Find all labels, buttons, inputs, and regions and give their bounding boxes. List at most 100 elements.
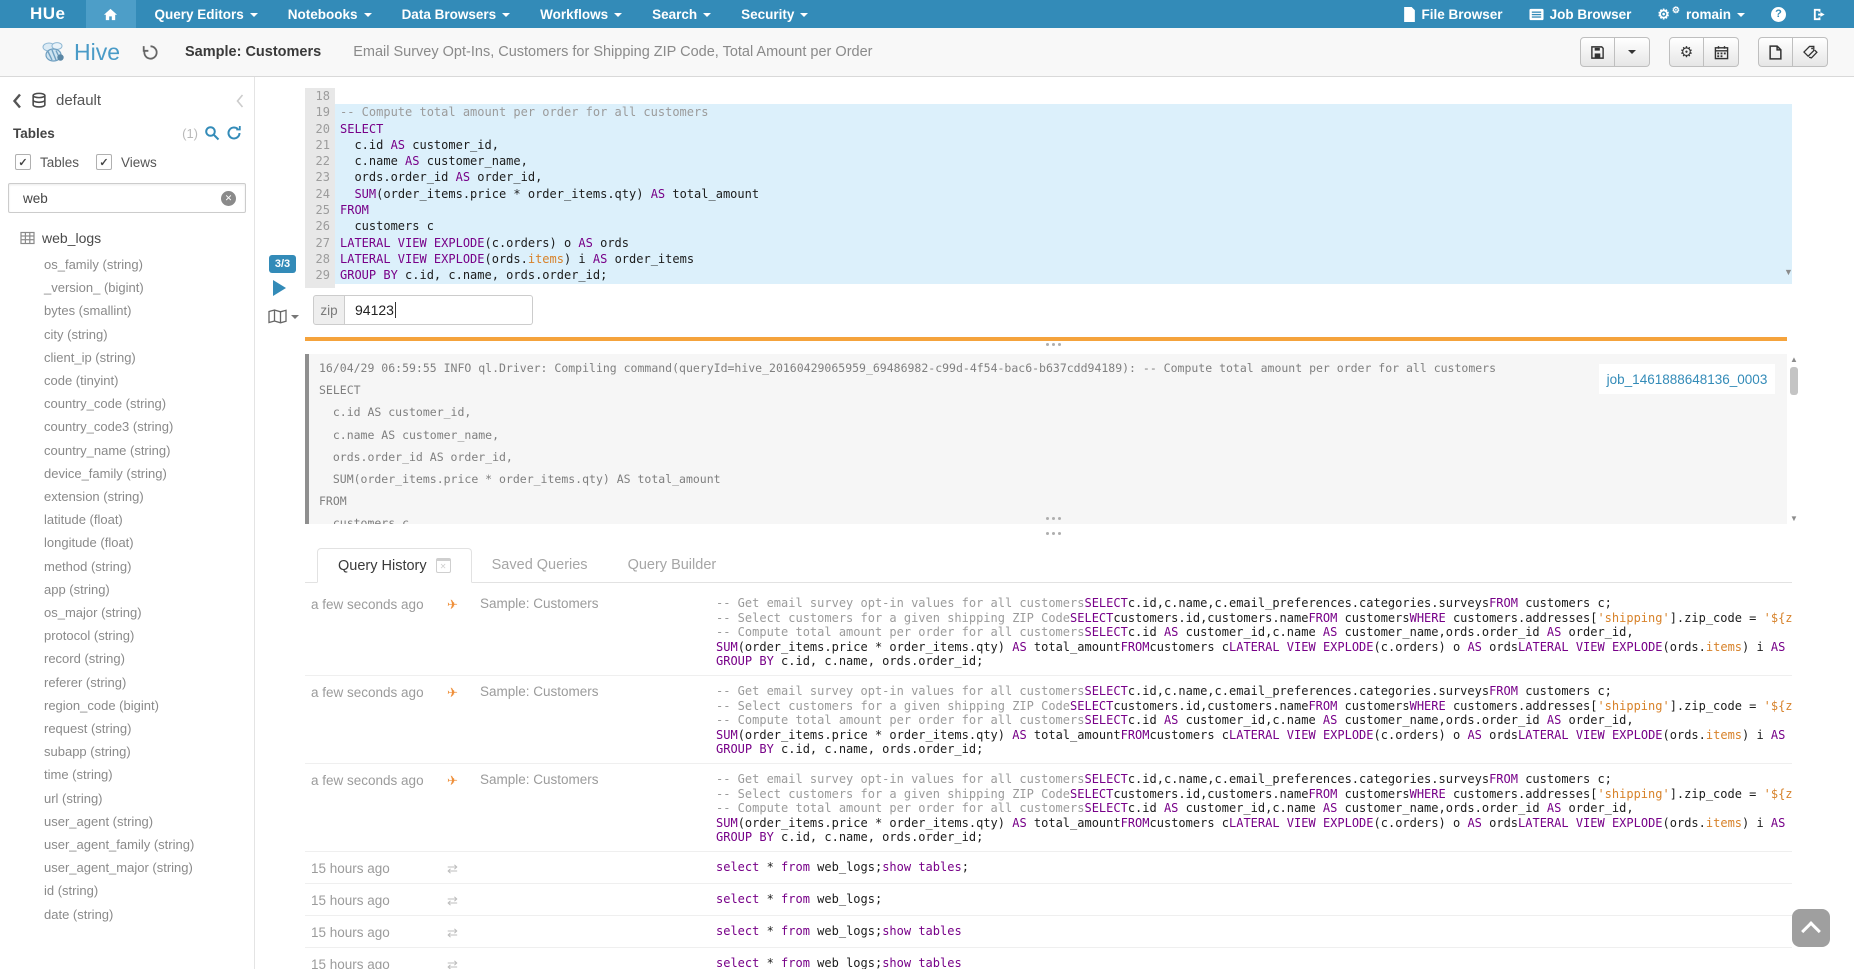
scroll-up-icon[interactable]: ▲ xyxy=(1789,355,1799,364)
hive-brand[interactable]: Hive xyxy=(40,39,120,66)
column-item[interactable]: referer (string) xyxy=(0,671,254,694)
column-item[interactable]: time (string) xyxy=(0,763,254,786)
parameter-input[interactable]: 94123 xyxy=(345,295,533,325)
history-row[interactable]: 15 hours ago⇄select * from web_logs; xyxy=(305,884,1792,916)
history-row[interactable]: 15 hours ago⇄select * from web_logs;show… xyxy=(305,916,1792,948)
column-item[interactable]: country_code (string) xyxy=(0,392,254,415)
column-item[interactable]: protocol (string) xyxy=(0,624,254,647)
column-item[interactable]: user_agent (string) xyxy=(0,810,254,833)
query-history-icon[interactable] xyxy=(142,44,159,61)
save-dropdown-button[interactable] xyxy=(1615,37,1650,67)
resize-grip[interactable] xyxy=(1046,517,1061,520)
search-icon[interactable] xyxy=(204,125,220,141)
code-line[interactable]: SUM(order_items.price * order_items.qty)… xyxy=(335,186,1792,202)
column-item[interactable]: country_code3 (string) xyxy=(0,415,254,438)
execute-button[interactable] xyxy=(273,280,286,296)
home-button[interactable] xyxy=(86,0,136,28)
back-icon[interactable] xyxy=(12,93,22,109)
resize-grip[interactable] xyxy=(1046,343,1061,346)
column-item[interactable]: extension (string) xyxy=(0,485,254,508)
scroll-down-icon[interactable]: ▼ xyxy=(1789,514,1799,523)
resize-grip[interactable] xyxy=(1046,532,1061,535)
code-line[interactable]: c.id AS customer_id, xyxy=(335,137,1792,153)
column-item[interactable]: app (string) xyxy=(0,578,254,601)
column-item[interactable]: method (string) xyxy=(0,555,254,578)
code-line[interactable]: LATERAL VIEW EXPLODE(ords.items) i AS or… xyxy=(335,251,1792,267)
column-item[interactable]: user_agent_family (string) xyxy=(0,833,254,856)
history-row[interactable]: 15 hours ago⇄select * from web_logs;show… xyxy=(305,852,1792,884)
editor-code[interactable]: -- Compute total amount per order for al… xyxy=(335,88,1792,288)
sql-editor[interactable]: 181920212223242526272829 -- Compute tota… xyxy=(305,88,1792,288)
explain-dropdown-button[interactable] xyxy=(268,309,299,324)
menu-security[interactable]: Security xyxy=(726,0,823,28)
help-button[interactable]: ? xyxy=(1758,7,1799,22)
new-query-button[interactable] xyxy=(1758,37,1793,67)
code-line[interactable]: -- Compute total amount per order for al… xyxy=(335,104,1792,120)
menu-data-browsers[interactable]: Data Browsers xyxy=(387,0,526,28)
column-item[interactable]: request (string) xyxy=(0,717,254,740)
code-line[interactable]: ords.order_id AS order_id, xyxy=(335,169,1792,185)
column-item[interactable]: city (string) xyxy=(0,323,254,346)
tags-button[interactable] xyxy=(1793,37,1828,67)
job-browser-button[interactable]: Job Browser xyxy=(1516,7,1645,22)
column-item[interactable]: date (string) xyxy=(0,903,254,926)
code-line[interactable]: SELECT xyxy=(335,121,1792,137)
history-row[interactable]: a few seconds ago✈Sample: Customers-- Ge… xyxy=(305,764,1792,852)
tab-query-builder[interactable]: Query Builder xyxy=(608,548,737,582)
table-filter-input[interactable] xyxy=(21,190,221,207)
settings-button[interactable]: ⚙ xyxy=(1669,37,1704,67)
column-item[interactable]: region_code (bigint) xyxy=(0,694,254,717)
scroll-to-top-button[interactable] xyxy=(1792,909,1830,947)
column-item[interactable]: os_major (string) xyxy=(0,601,254,624)
code-line[interactable]: c.name AS customer_name, xyxy=(335,153,1792,169)
save-button[interactable] xyxy=(1580,37,1615,67)
views-checkbox[interactable]: ✓ xyxy=(96,154,112,170)
job-link[interactable]: job_1461888648136_0003 xyxy=(1607,372,1768,387)
menu-query-editors[interactable]: Query Editors xyxy=(140,0,273,28)
column-item[interactable]: country_name (string) xyxy=(0,439,254,462)
column-item[interactable]: os_family (string) xyxy=(0,253,254,276)
code-line[interactable]: FROM xyxy=(335,202,1792,218)
clear-history-calendar-icon[interactable]: ✕ xyxy=(436,558,451,573)
column-item[interactable]: latitude (float) xyxy=(0,508,254,531)
code-line[interactable]: GROUP BY c.id, c.name, ords.order_id; xyxy=(335,267,1792,283)
refresh-icon[interactable] xyxy=(226,125,242,141)
code-line[interactable] xyxy=(335,88,1792,104)
table-item-web-logs[interactable]: web_logs xyxy=(19,230,254,246)
column-item[interactable]: device_family (string) xyxy=(0,462,254,485)
menu-workflows[interactable]: Workflows xyxy=(525,0,637,28)
history-row[interactable]: a few seconds ago✈Sample: Customers-- Ge… xyxy=(305,676,1792,764)
menu-notebooks[interactable]: Notebooks xyxy=(273,0,387,28)
database-name[interactable]: default xyxy=(56,92,101,109)
hue-logo[interactable]: HUe xyxy=(30,4,66,24)
log-scrollbar[interactable]: ▲ ▼ xyxy=(1789,355,1799,523)
column-item[interactable]: subapp (string) xyxy=(0,740,254,763)
column-item[interactable]: id (string) xyxy=(0,879,254,902)
clear-filter-icon[interactable]: ✕ xyxy=(221,191,236,206)
column-item[interactable]: user_agent_major (string) xyxy=(0,856,254,879)
schedule-button[interactable] xyxy=(1704,37,1739,67)
column-item[interactable]: url (string) xyxy=(0,787,254,810)
tables-checkbox[interactable]: ✓ xyxy=(15,154,31,170)
file-browser-button[interactable]: File Browser xyxy=(1390,7,1516,22)
user-menu[interactable]: ⚙⚙ romain xyxy=(1644,7,1758,22)
scrollbar-thumb[interactable] xyxy=(1790,367,1798,395)
column-item[interactable]: record (string) xyxy=(0,647,254,670)
history-row[interactable]: 15 hours ago⇄select * from web_logs;show… xyxy=(305,948,1792,969)
code-line[interactable]: LATERAL VIEW EXPLODE(c.orders) o AS ords xyxy=(335,235,1792,251)
column-item[interactable]: longitude (float) xyxy=(0,531,254,554)
collapse-sidebar-icon[interactable] xyxy=(236,94,244,108)
code-segment: from xyxy=(781,892,810,906)
column-item[interactable]: client_ip (string) xyxy=(0,346,254,369)
tab-saved-queries[interactable]: Saved Queries xyxy=(472,548,608,582)
menu-search[interactable]: Search xyxy=(637,0,726,28)
column-item[interactable]: code (tinyint) xyxy=(0,369,254,392)
code-segment: * xyxy=(759,956,781,969)
tab-query-history[interactable]: Query History✕ xyxy=(317,548,472,583)
column-item[interactable]: _version_ (bigint) xyxy=(0,276,254,299)
editor-scroll-down-icon[interactable]: ▼ xyxy=(1784,267,1793,277)
logout-button[interactable] xyxy=(1799,7,1840,22)
code-line[interactable]: customers c xyxy=(335,218,1792,234)
history-row[interactable]: a few seconds ago✈Sample: Customers-- Ge… xyxy=(305,588,1792,676)
column-item[interactable]: bytes (smallint) xyxy=(0,299,254,322)
